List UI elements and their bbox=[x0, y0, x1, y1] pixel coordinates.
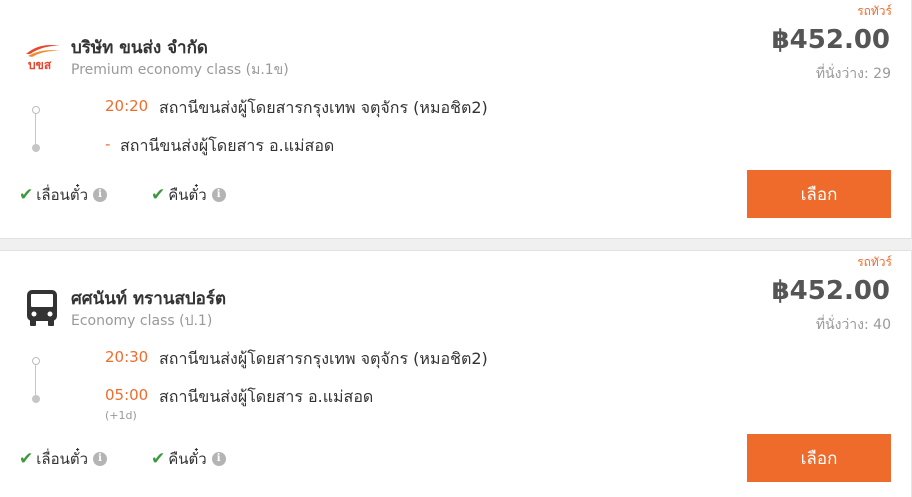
select-button[interactable]: เลือก bbox=[747, 170, 891, 218]
info-icon[interactable]: i bbox=[211, 188, 226, 202]
check-icon: ✔ bbox=[151, 185, 166, 205]
arrival-dot bbox=[32, 395, 40, 403]
refund-feature: ✔ คืนตั๋ว i bbox=[151, 447, 226, 471]
arrival-dot bbox=[32, 144, 40, 152]
bus-class: Premium economy class (ม.1ข) bbox=[71, 62, 289, 78]
day-offset: (+1d) bbox=[105, 409, 137, 422]
reschedule-feature: ✔ เลื่อนตั๋ว i bbox=[19, 447, 107, 471]
reschedule-feature: ✔ เลื่อนตั๋ว i bbox=[19, 183, 107, 207]
bus-class: Economy class (ป.1) bbox=[71, 313, 213, 329]
operator-name: บริษัท ขนส่ง จำกัด bbox=[71, 38, 208, 58]
departure-station: สถานีขนส่งผู้โดยสารกรุงเทพ จตุจักร (หมอช… bbox=[159, 98, 488, 117]
feature-label: คืนตั๋ว bbox=[168, 450, 207, 468]
departure-dot bbox=[32, 106, 40, 114]
arrival-time: 05:00 bbox=[105, 386, 149, 404]
departure-dot bbox=[32, 357, 40, 365]
trip-card[interactable]: บขส บริษัท ขนส่ง จำกัด Premium economy c… bbox=[0, 0, 912, 239]
feature-label: คืนตั๋ว bbox=[168, 186, 207, 204]
departure-station: สถานีขนส่งผู้โดยสารกรุงเทพ จตุจักร (หมอช… bbox=[159, 349, 488, 368]
operator-name: ศศนันท์ ทรานสปอร์ต bbox=[71, 289, 227, 309]
info-icon[interactable]: i bbox=[211, 452, 226, 466]
timeline-line bbox=[35, 114, 36, 144]
price: ฿452.00 bbox=[771, 276, 890, 306]
seats-available: ที่นั่งว่าง: 40 bbox=[815, 317, 891, 333]
bus-icon bbox=[27, 290, 57, 326]
operator-logo: บขส bbox=[24, 38, 62, 72]
feature-label: เลื่อนตั๋ว bbox=[36, 450, 88, 468]
departure-time: 20:20 bbox=[105, 97, 149, 115]
price: ฿452.00 bbox=[771, 25, 890, 55]
check-icon: ✔ bbox=[19, 185, 34, 205]
timeline-line bbox=[35, 365, 36, 395]
select-button[interactable]: เลือก bbox=[747, 434, 891, 482]
check-icon: ✔ bbox=[151, 449, 166, 469]
info-icon[interactable]: i bbox=[93, 452, 107, 466]
bus-type-tag: รถทัวร์ bbox=[857, 4, 892, 18]
arrival-station: สถานีขนส่งผู้โดยสาร อ.แม่สอด bbox=[159, 387, 374, 406]
trip-card[interactable]: ศศนันท์ ทรานสปอร์ต Economy class (ป.1) ร… bbox=[0, 250, 912, 497]
logo-text: บขส bbox=[28, 58, 52, 72]
operator-logo bbox=[26, 289, 58, 327]
info-icon[interactable]: i bbox=[93, 188, 107, 202]
arrival-time: - bbox=[105, 135, 111, 153]
check-icon: ✔ bbox=[19, 449, 34, 469]
bus-type-tag: รถทัวร์ bbox=[857, 255, 892, 269]
departure-time: 20:30 bbox=[105, 348, 149, 366]
refund-feature: ✔ คืนตั๋ว i bbox=[151, 183, 226, 207]
feature-label: เลื่อนตั๋ว bbox=[36, 186, 88, 204]
seats-available: ที่นั่งว่าง: 29 bbox=[815, 66, 891, 82]
arrival-station: สถานีขนส่งผู้โดยสาร อ.แม่สอด bbox=[120, 136, 335, 155]
